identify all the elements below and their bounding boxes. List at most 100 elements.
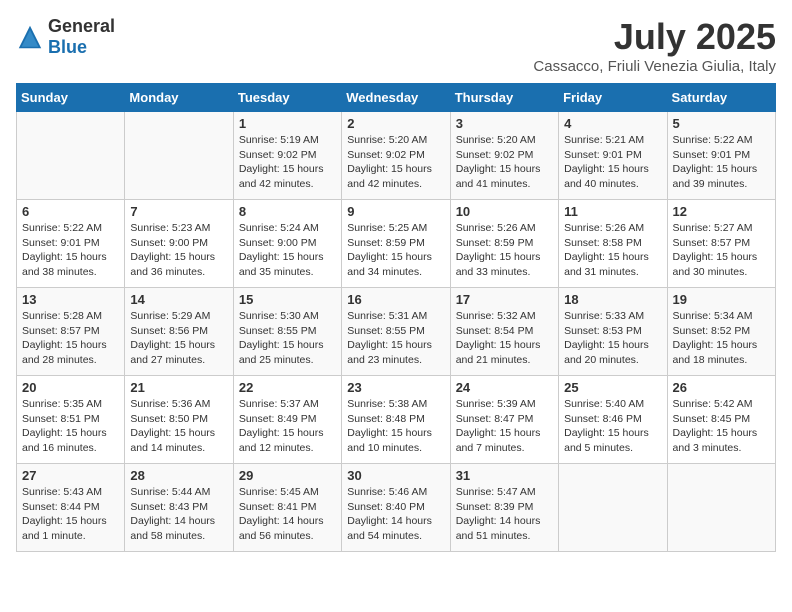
title-area: July 2025 Cassacco, Friuli Venezia Giuli…: [533, 16, 776, 75]
week-row-4: 20 Sunrise: 5:35 AMSunset: 8:51 PMDayligh…: [17, 376, 776, 464]
header: General Blue July 2025 Cassacco, Friuli …: [16, 16, 776, 75]
day-info: Sunrise: 5:37 AMSunset: 8:49 PMDaylight:…: [239, 397, 336, 456]
day-cell: 27 Sunrise: 5:43 AMSunset: 8:44 PMDayligh…: [17, 464, 125, 552]
day-number: 4: [564, 116, 661, 131]
week-row-5: 27 Sunrise: 5:43 AMSunset: 8:44 PMDayligh…: [17, 464, 776, 552]
day-number: 17: [456, 292, 553, 307]
day-info: Sunrise: 5:20 AMSunset: 9:02 PMDaylight:…: [347, 133, 444, 192]
day-cell: 17 Sunrise: 5:32 AMSunset: 8:54 PMDayligh…: [450, 288, 558, 376]
weekday-header-thursday: Thursday: [450, 84, 558, 112]
day-info: Sunrise: 5:19 AMSunset: 9:02 PMDaylight:…: [239, 133, 336, 192]
day-number: 27: [22, 468, 119, 483]
day-number: 9: [347, 204, 444, 219]
day-number: 10: [456, 204, 553, 219]
day-info: Sunrise: 5:21 AMSunset: 9:01 PMDaylight:…: [564, 133, 661, 192]
day-info: Sunrise: 5:43 AMSunset: 8:44 PMDaylight:…: [22, 485, 119, 544]
day-cell: 10Sunrise: 5:26 AMSunset: 8:59 PMDayligh…: [450, 200, 558, 288]
day-cell: 9 Sunrise: 5:25 AMSunset: 8:59 PMDaylight…: [342, 200, 450, 288]
day-number: 24: [456, 380, 553, 395]
day-cell: 25Sunrise: 5:40 AMSunset: 8:46 PMDayligh…: [559, 376, 667, 464]
day-cell: 20 Sunrise: 5:35 AMSunset: 8:51 PMDayligh…: [17, 376, 125, 464]
day-cell: 31 Sunrise: 5:47 AMSunset: 8:39 PMDayligh…: [450, 464, 558, 552]
day-info: Sunrise: 5:47 AMSunset: 8:39 PMDaylight:…: [456, 485, 553, 544]
logo: General Blue: [16, 16, 115, 58]
day-number: 8: [239, 204, 336, 219]
day-number: 1: [239, 116, 336, 131]
day-cell: 11Sunrise: 5:26 AMSunset: 8:58 PMDayligh…: [559, 200, 667, 288]
day-cell: 13 Sunrise: 5:28 AMSunset: 8:57 PMDayligh…: [17, 288, 125, 376]
weekday-header-saturday: Saturday: [667, 84, 775, 112]
day-cell: 2 Sunrise: 5:20 AMSunset: 9:02 PMDaylight…: [342, 112, 450, 200]
weekday-header-monday: Monday: [125, 84, 233, 112]
week-row-2: 6Sunrise: 5:22 AMSunset: 9:01 PMDaylight…: [17, 200, 776, 288]
day-info: Sunrise: 5:26 AMSunset: 8:58 PMDaylight:…: [564, 221, 661, 280]
day-cell: 8 Sunrise: 5:24 AMSunset: 9:00 PMDaylight…: [233, 200, 341, 288]
weekday-header-tuesday: Tuesday: [233, 84, 341, 112]
day-number: 5: [673, 116, 770, 131]
day-info: Sunrise: 5:46 AMSunset: 8:40 PMDaylight:…: [347, 485, 444, 544]
day-info: Sunrise: 5:23 AMSunset: 9:00 PMDaylight:…: [130, 221, 227, 280]
day-number: 13: [22, 292, 119, 307]
day-info: Sunrise: 5:39 AMSunset: 8:47 PMDaylight:…: [456, 397, 553, 456]
day-number: 2: [347, 116, 444, 131]
day-cell: 24 Sunrise: 5:39 AMSunset: 8:47 PMDayligh…: [450, 376, 558, 464]
day-cell: 1 Sunrise: 5:19 AMSunset: 9:02 PMDaylight…: [233, 112, 341, 200]
day-info: Sunrise: 5:32 AMSunset: 8:54 PMDaylight:…: [456, 309, 553, 368]
day-number: 16: [347, 292, 444, 307]
logo-text: General Blue: [48, 16, 115, 58]
day-info: Sunrise: 5:24 AMSunset: 9:00 PMDaylight:…: [239, 221, 336, 280]
day-cell: 21Sunrise: 5:36 AMSunset: 8:50 PMDayligh…: [125, 376, 233, 464]
day-number: 29: [239, 468, 336, 483]
day-number: 30: [347, 468, 444, 483]
weekday-header-sunday: Sunday: [17, 84, 125, 112]
day-number: 21: [130, 380, 227, 395]
day-info: Sunrise: 5:20 AMSunset: 9:02 PMDaylight:…: [456, 133, 553, 192]
day-info: Sunrise: 5:33 AMSunset: 8:53 PMDaylight:…: [564, 309, 661, 368]
day-number: 28: [130, 468, 227, 483]
day-cell: 28 Sunrise: 5:44 AMSunset: 8:43 PMDayligh…: [125, 464, 233, 552]
day-cell: [667, 464, 775, 552]
day-info: Sunrise: 5:28 AMSunset: 8:57 PMDaylight:…: [22, 309, 119, 368]
day-cell: 16 Sunrise: 5:31 AMSunset: 8:55 PMDayligh…: [342, 288, 450, 376]
day-number: 3: [456, 116, 553, 131]
day-number: 15: [239, 292, 336, 307]
week-row-3: 13 Sunrise: 5:28 AMSunset: 8:57 PMDayligh…: [17, 288, 776, 376]
day-number: 20: [22, 380, 119, 395]
day-cell: 3 Sunrise: 5:20 AMSunset: 9:02 PMDaylight…: [450, 112, 558, 200]
day-cell: [559, 464, 667, 552]
day-cell: 6Sunrise: 5:22 AMSunset: 9:01 PMDaylight…: [17, 200, 125, 288]
weekday-header-row: SundayMondayTuesdayWednesdayThursdayFrid…: [17, 84, 776, 112]
day-info: Sunrise: 5:27 AMSunset: 8:57 PMDaylight:…: [673, 221, 770, 280]
day-cell: 26Sunrise: 5:42 AMSunset: 8:45 PMDayligh…: [667, 376, 775, 464]
day-info: Sunrise: 5:25 AMSunset: 8:59 PMDaylight:…: [347, 221, 444, 280]
day-cell: 30 Sunrise: 5:46 AMSunset: 8:40 PMDayligh…: [342, 464, 450, 552]
day-info: Sunrise: 5:22 AMSunset: 9:01 PMDaylight:…: [673, 133, 770, 192]
day-info: Sunrise: 5:44 AMSunset: 8:43 PMDaylight:…: [130, 485, 227, 544]
day-cell: 22 Sunrise: 5:37 AMSunset: 8:49 PMDayligh…: [233, 376, 341, 464]
day-number: 31: [456, 468, 553, 483]
day-cell: [17, 112, 125, 200]
day-number: 19: [673, 292, 770, 307]
day-cell: 14Sunrise: 5:29 AMSunset: 8:56 PMDayligh…: [125, 288, 233, 376]
day-info: Sunrise: 5:40 AMSunset: 8:46 PMDaylight:…: [564, 397, 661, 456]
day-cell: 15Sunrise: 5:30 AMSunset: 8:55 PMDayligh…: [233, 288, 341, 376]
day-info: Sunrise: 5:35 AMSunset: 8:51 PMDaylight:…: [22, 397, 119, 456]
calendar-subtitle: Cassacco, Friuli Venezia Giulia, Italy: [533, 58, 776, 75]
day-info: Sunrise: 5:31 AMSunset: 8:55 PMDaylight:…: [347, 309, 444, 368]
day-cell: 5 Sunrise: 5:22 AMSunset: 9:01 PMDaylight…: [667, 112, 775, 200]
weekday-header-friday: Friday: [559, 84, 667, 112]
week-row-1: 1 Sunrise: 5:19 AMSunset: 9:02 PMDaylight…: [17, 112, 776, 200]
day-cell: 7 Sunrise: 5:23 AMSunset: 9:00 PMDaylight…: [125, 200, 233, 288]
day-number: 18: [564, 292, 661, 307]
day-number: 23: [347, 380, 444, 395]
day-number: 22: [239, 380, 336, 395]
day-number: 14: [130, 292, 227, 307]
weekday-header-wednesday: Wednesday: [342, 84, 450, 112]
logo-general: General: [48, 16, 115, 36]
day-number: 7: [130, 204, 227, 219]
day-cell: 12Sunrise: 5:27 AMSunset: 8:57 PMDayligh…: [667, 200, 775, 288]
logo-icon: [16, 23, 44, 51]
day-info: Sunrise: 5:34 AMSunset: 8:52 PMDaylight:…: [673, 309, 770, 368]
day-info: Sunrise: 5:45 AMSunset: 8:41 PMDaylight:…: [239, 485, 336, 544]
day-cell: 23Sunrise: 5:38 AMSunset: 8:48 PMDayligh…: [342, 376, 450, 464]
